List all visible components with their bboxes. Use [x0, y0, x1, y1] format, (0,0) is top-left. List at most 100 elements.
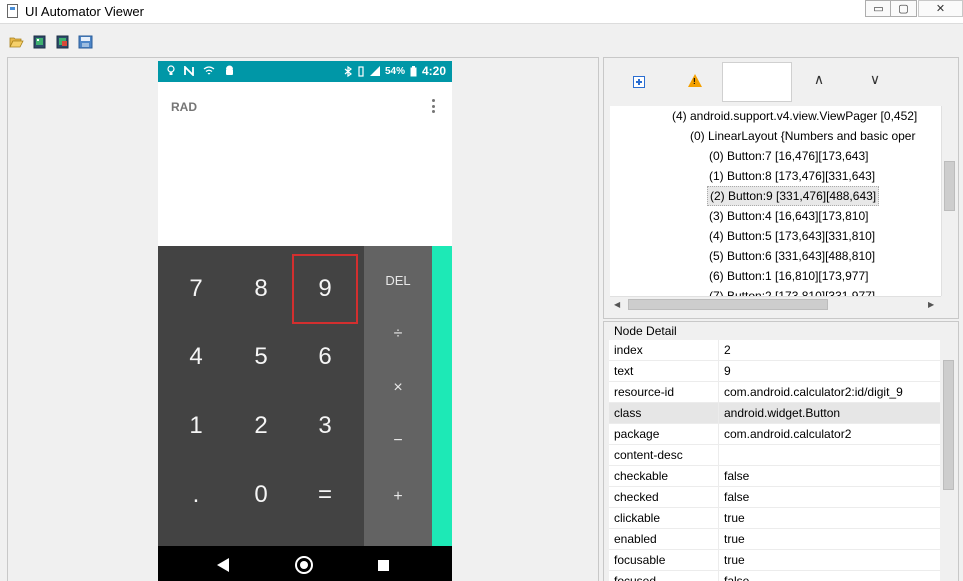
uiautomatorviewer-window: UI Automator Viewer ▭ ▢ ✕ 54% 4:20 RAD 7… [0, 0, 963, 581]
property-row[interactable]: focusable true [609, 550, 940, 571]
operator-panel: DEL ÷ × − + [364, 246, 432, 546]
open-folder-icon[interactable] [9, 35, 24, 49]
digit-0-button[interactable]: 0 [229, 462, 293, 528]
toolbar [0, 26, 963, 56]
recents-icon[interactable] [378, 560, 389, 571]
node-detail-vertical-scrollbar[interactable] [940, 340, 957, 581]
status-bar: 54% 4:20 [158, 61, 452, 82]
node-detail-table: index 2 text 9 resource-id com.android.calc… [609, 340, 940, 581]
property-row[interactable]: index 2 [609, 340, 940, 361]
tree-node[interactable]: (5) Button:6 [331,643][488,810] [709, 246, 875, 266]
device-screenshot[interactable]: 54% 4:20 RAD 7 8 9 4 5 6 1 2 3 . 0 = DEL… [158, 61, 452, 581]
property-row[interactable]: resource-id com.android.calculator2:id/di… [609, 382, 940, 403]
bulb-icon [167, 65, 175, 75]
window-title: UI Automator Viewer [25, 4, 144, 19]
property-key: enabled [614, 529, 719, 550]
digit-7-button[interactable]: 7 [164, 256, 228, 322]
tree-node-selected[interactable]: (2) Button:9 [331,476][488,643] [707, 186, 880, 206]
property-key: focusable [614, 550, 719, 571]
hierarchy-search-box[interactable] [722, 62, 792, 102]
equals-button[interactable]: = [293, 462, 357, 528]
scroll-thumb[interactable] [944, 161, 955, 211]
nafs-warning-icon[interactable]: ! [688, 74, 702, 87]
property-row[interactable]: package com.android.calculator2 [609, 424, 940, 445]
property-key: class [614, 403, 719, 424]
tree-node[interactable]: (4) Button:5 [173,643][331,810] [709, 226, 875, 246]
wifi-icon [203, 65, 215, 74]
property-row-selected[interactable]: class android.widget.Button [609, 403, 940, 424]
plus-button[interactable]: + [364, 472, 432, 522]
property-value: true [724, 553, 745, 567]
digit-3-button[interactable]: 3 [293, 393, 357, 459]
maximize-button[interactable]: ▢ [890, 0, 917, 17]
save-icon[interactable] [78, 35, 93, 49]
overflow-menu-icon[interactable] [431, 99, 435, 113]
rad-indicator: RAD [171, 100, 197, 114]
minimize-button[interactable]: ▭ [865, 0, 892, 17]
delete-button[interactable]: DEL [364, 255, 432, 305]
device-screenshot-icon[interactable] [32, 35, 47, 49]
property-value: true [724, 532, 745, 546]
hierarchy-toolbar: ! ∧ ∨ [604, 58, 960, 106]
home-icon[interactable] [295, 556, 313, 574]
property-value: true [724, 511, 745, 525]
digit-6-button[interactable]: 6 [293, 324, 357, 390]
property-row[interactable]: focused false [609, 571, 940, 581]
scroll-right-icon[interactable]: ▶ [928, 300, 934, 309]
back-icon[interactable] [217, 558, 229, 572]
property-row[interactable]: text 9 [609, 361, 940, 382]
n-icon [184, 65, 194, 76]
tree-node[interactable]: (6) Button:1 [16,810][173,977] [709, 266, 868, 286]
property-key: checkable [614, 466, 719, 487]
tree-node[interactable]: (3) Button:4 [16,643][173,810] [709, 206, 868, 226]
title-bar: UI Automator Viewer ▭ ▢ ✕ [0, 0, 963, 24]
tree-node[interactable]: (0) Button:7 [16,476][173,643] [709, 146, 868, 166]
node-detail-heading: Node Detail [614, 324, 677, 338]
property-key: checked [614, 487, 719, 508]
status-time: 4:20 [421, 64, 446, 78]
expand-all-icon[interactable] [633, 76, 645, 88]
minus-button[interactable]: − [364, 416, 432, 466]
close-button[interactable]: ✕ [918, 0, 963, 17]
previous-result-icon[interactable]: ∧ [812, 72, 826, 86]
tree-node[interactable]: (1) Button:8 [173,476][331,643] [709, 166, 875, 186]
scroll-thumb[interactable] [943, 360, 954, 490]
digit-4-button[interactable]: 4 [164, 324, 228, 390]
property-value: com.android.calculator2 [724, 427, 852, 441]
signal-icon [369, 66, 380, 76]
property-row[interactable]: content-desc [609, 445, 940, 466]
multiply-button[interactable]: × [364, 363, 432, 413]
property-row[interactable]: enabled true [609, 529, 940, 550]
scroll-left-icon[interactable]: ◀ [614, 300, 620, 309]
battery-percent: 54% [384, 65, 405, 77]
hierarchy-tree: (4) android.support.v4.view.ViewPager [0… [610, 106, 941, 296]
screenshot-pane: 54% 4:20 RAD 7 8 9 4 5 6 1 2 3 . 0 = DEL… [7, 57, 599, 581]
property-row[interactable]: checked false [609, 487, 940, 508]
property-row[interactable]: clickable true [609, 508, 940, 529]
tree-node[interactable]: (0) LinearLayout {Numbers and basic oper [690, 126, 915, 146]
next-result-icon[interactable]: ∨ [868, 72, 882, 86]
scroll-thumb[interactable] [628, 299, 828, 310]
digit-1-button[interactable]: 1 [164, 393, 228, 459]
battery-icon [410, 65, 417, 76]
divide-button[interactable]: ÷ [364, 309, 432, 359]
property-row[interactable]: checkable false [609, 466, 940, 487]
hierarchy-pane: ! ∧ ∨ (4) android.support.v4.view.ViewPa… [603, 57, 959, 319]
device-screenshot-compressed-icon[interactable] [55, 35, 70, 49]
advanced-panel-edge[interactable] [432, 246, 452, 546]
digit-2-button[interactable]: 2 [229, 393, 293, 459]
app-icon [7, 4, 18, 18]
property-key: index [614, 340, 719, 361]
digit-8-button[interactable]: 8 [229, 256, 293, 322]
hierarchy-vertical-scrollbar[interactable] [941, 106, 957, 296]
selected-node-highlight [292, 254, 358, 324]
property-key: package [614, 424, 719, 445]
decimal-point-button[interactable]: . [164, 462, 228, 528]
calculator-keypad: 7 8 9 4 5 6 1 2 3 . 0 = DEL ÷ × − + [158, 246, 452, 546]
hierarchy-horizontal-scrollbar[interactable]: ◀ ▶ [610, 296, 941, 312]
tree-node[interactable]: (4) android.support.v4.view.ViewPager [0… [672, 106, 917, 126]
node-detail-pane: Node Detail index 2 text 9 resource-id com.… [603, 321, 959, 581]
property-value: false [724, 490, 750, 504]
tree-node[interactable]: (7) Button:2 [173,810][331,977] [709, 286, 875, 296]
digit-5-button[interactable]: 5 [229, 324, 293, 390]
